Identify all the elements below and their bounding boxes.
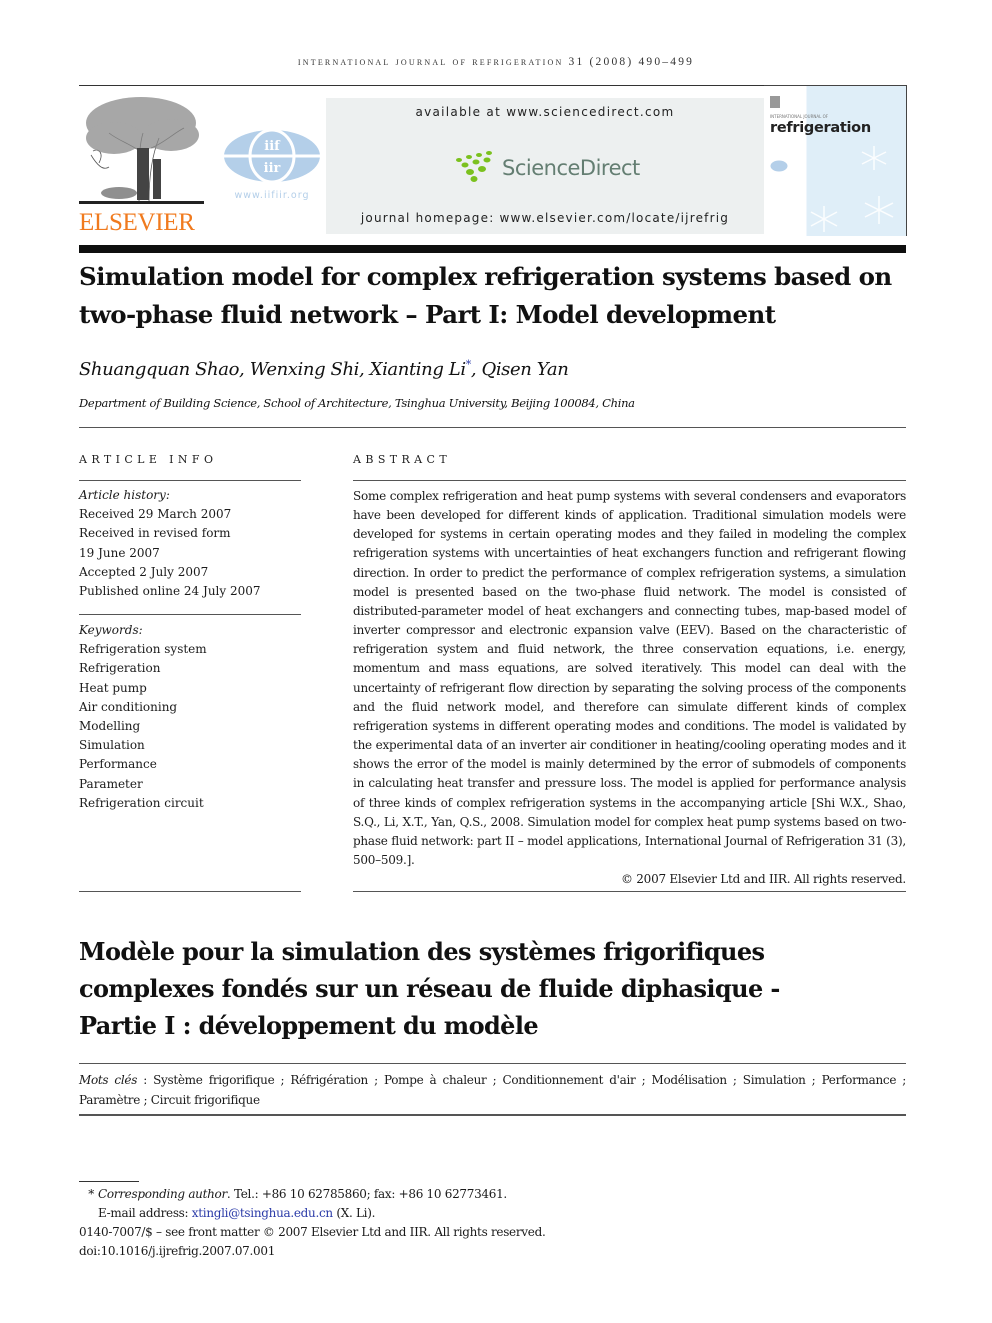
corresponding-author-note: * Corresponding author. Tel.: +86 10 6278… <box>79 1185 545 1204</box>
affiliation-rule <box>79 427 906 428</box>
article-title-line-2: two-phase fluid network – Part I: Model … <box>79 300 776 329</box>
abstract-rule <box>353 480 906 481</box>
french-title: Modèle pour la simulation des systèmes f… <box>79 933 919 1044</box>
corresponding-author-label: Corresponding author <box>98 1187 227 1201</box>
french-title-line-1: Modèle pour la simulation des systèmes f… <box>79 937 765 966</box>
snowflake-icon <box>810 146 894 232</box>
author-name[interactable]: Qisen Yan <box>481 359 568 380</box>
history-item: Received in revised form <box>79 526 231 541</box>
elsevier-logo[interactable]: ELSEVIER <box>79 93 204 238</box>
available-at-link[interactable]: available at www.sciencedirect.com <box>326 105 764 119</box>
keyword-item: Refrigeration <box>79 661 161 676</box>
history-item: Accepted 2 July 2007 <box>79 564 209 579</box>
abstract-heading: ABSTRACT <box>353 453 452 466</box>
footnotes: * Corresponding author. Tel.: +86 10 6278… <box>79 1185 546 1261</box>
mots-cles: Mots clés : Système frigorifique ; Réfri… <box>79 1073 907 1107</box>
cover-subtitle: INTERNATIONAL JOURNAL OF <box>770 114 829 119</box>
keyword-item: Simulation <box>79 738 145 753</box>
cover-iif-icon <box>770 160 788 172</box>
iif-url[interactable]: www.iifiir.org <box>222 190 322 201</box>
footnote-rule <box>79 1181 139 1182</box>
footnote-star: * <box>88 1187 94 1201</box>
keyword-item: Modelling <box>79 719 141 734</box>
header-thick-rule <box>79 245 906 253</box>
article-info-heading: ARTICLE INFO <box>79 453 218 466</box>
running-head: INTERNATIONAL JOURNAL OF REFRIGERATION 3… <box>297 56 695 68</box>
keyword-item: Refrigeration circuit <box>79 795 204 810</box>
sciencedirect-wordmark: ScienceDirect <box>502 156 640 180</box>
french-title-line-3: Partie I : développement du modèle <box>79 1011 539 1040</box>
cover-publisher-icon <box>770 96 780 108</box>
author-list: Shuangquan Shao, Wenxing Shi, Xianting L… <box>79 358 569 380</box>
author-name[interactable]: Wenxing Shi <box>250 359 360 380</box>
svg-text:iir: iir <box>264 161 281 176</box>
abstract-text: Some complex refrigeration and heat pump… <box>353 489 906 867</box>
email-link[interactable]: xtingli@tsinghua.edu.cn <box>192 1206 333 1220</box>
article-title-line-1: Simulation model for complex refrigerati… <box>79 262 892 291</box>
article-title: Simulation model for complex refrigerati… <box>79 258 919 334</box>
mots-cles-list: Système frigorifique ; Réfrigération ; P… <box>79 1073 907 1107</box>
abstract-copyright: © 2007 Elsevier Ltd and IIR. All rights … <box>620 872 906 887</box>
cover-title: refrigeration <box>770 120 871 136</box>
contact-info: . Tel.: +86 10 62785860; fax: +86 10 627… <box>226 1187 507 1201</box>
journal-homepage-link[interactable]: journal homepage: www.elsevier.com/locat… <box>326 211 764 225</box>
history-item: Received 29 March 2007 <box>79 507 232 522</box>
article-history: Article history: Received 29 March 2007 … <box>79 486 301 601</box>
sciencedirect-dots-icon <box>456 151 492 182</box>
elsevier-tree-icon <box>79 97 204 204</box>
email-note: E-mail address: xtingli@tsinghua.edu.cn … <box>98 1206 376 1220</box>
doi[interactable]: doi:10.1016/j.ijrefrig.2007.07.001 <box>79 1242 545 1261</box>
email-label: E-mail address: <box>98 1206 192 1220</box>
author-name[interactable]: Shuangquan Shao <box>79 359 239 380</box>
keywords-label: Keywords: <box>79 623 143 637</box>
keyword-item: Air conditioning <box>79 699 178 714</box>
mots-cles-label: Mots clés <box>79 1073 138 1087</box>
history-item: Published online 24 July 2007 <box>79 584 261 599</box>
french-rule-top <box>79 1063 906 1064</box>
keywords-list: Keywords: Refrigeration system Refrigera… <box>79 621 301 813</box>
affiliation: Department of Building Science, School o… <box>79 396 635 410</box>
header-rule <box>79 85 765 86</box>
keyword-item: Refrigeration system <box>79 642 207 657</box>
abstract-bottom-rule <box>353 891 906 892</box>
keyword-item: Performance <box>79 757 157 772</box>
svg-text:iif: iif <box>264 139 281 154</box>
keyword-item: Parameter <box>79 776 143 791</box>
article-info-rule <box>79 480 301 481</box>
front-matter: 0140-7007/$ – see front matter © 2007 El… <box>79 1225 546 1239</box>
elsevier-wordmark: ELSEVIER <box>79 209 195 236</box>
french-title-line-2: complexes fondés sur un réseau de fluide… <box>79 974 780 1003</box>
french-rule-bottom <box>79 1114 906 1116</box>
sciencedirect-logo[interactable]: ScienceDirect <box>454 150 644 186</box>
article-history-label: Article history: <box>79 488 170 502</box>
history-item: 19 June 2007 <box>79 545 160 560</box>
keyword-item: Heat pump <box>79 680 147 695</box>
keywords-rule <box>79 614 301 615</box>
abstract-body: Some complex refrigeration and heat pump… <box>353 487 906 889</box>
journal-cover[interactable]: INTERNATIONAL JOURNAL OF refrigeration <box>764 85 907 236</box>
article-info-bottom-rule <box>79 891 301 892</box>
sciencedirect-banner: available at www.sciencedirect.com Scien… <box>326 98 764 234</box>
author-name[interactable]: Xianting Li <box>370 359 466 380</box>
